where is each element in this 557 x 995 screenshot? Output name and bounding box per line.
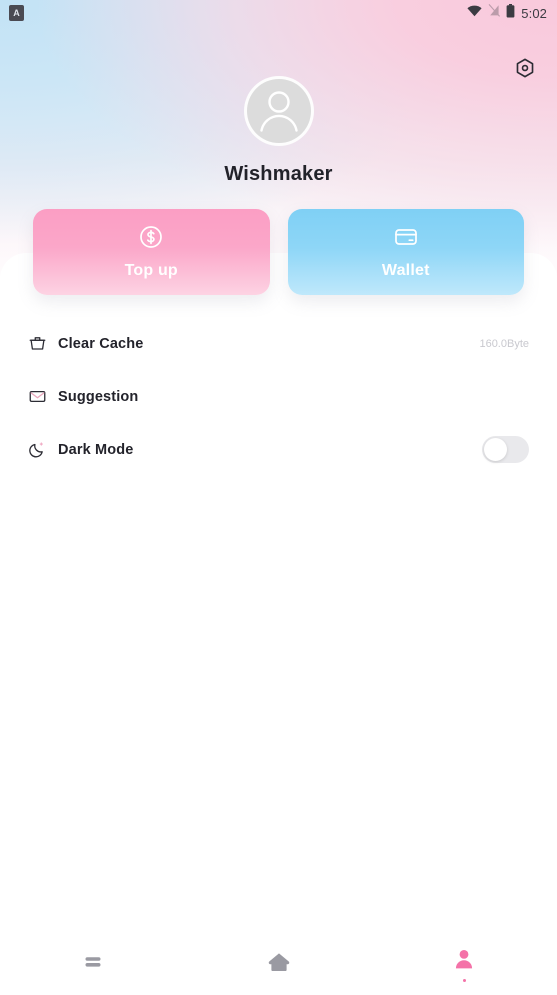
dark-mode-toggle[interactable] (482, 436, 529, 463)
wallet-label: Wallet (381, 262, 430, 279)
status-bar: A 5:02 (0, 0, 557, 26)
settings-list: Clear Cache 160.0Byte Suggestion Dark Mo… (0, 317, 557, 476)
wallet-button[interactable]: Wallet (287, 209, 524, 295)
settings-row-dark-mode[interactable]: Dark Mode (28, 423, 529, 476)
nav-item-home[interactable] (186, 933, 372, 995)
page-title: Wishmaker (224, 163, 333, 185)
top-up-label: Top up (124, 262, 178, 279)
profile-icon (452, 947, 476, 976)
settings-row-label: Clear Cache (58, 335, 144, 352)
nav-item-profile[interactable] (371, 933, 557, 995)
settings-row-suggestion[interactable]: Suggestion (28, 370, 529, 423)
avatar[interactable] (243, 76, 314, 146)
gear-icon (514, 57, 536, 84)
battery-icon (506, 3, 515, 23)
status-bar-left: A (0, 5, 24, 21)
settings-row-clear-cache[interactable]: Clear Cache 160.0Byte (28, 317, 529, 370)
profile-header: Wishmaker (0, 76, 557, 186)
app-badge-icon: A (9, 5, 24, 21)
phone-screen: A 5:02 Wishmaker Top up Wallet Clear Cac… (0, 0, 557, 995)
list-icon (81, 950, 105, 979)
nav-item-list[interactable] (0, 933, 186, 995)
settings-button[interactable] (511, 56, 539, 84)
cache-size-value: 160.0Byte (479, 337, 529, 350)
credit-card-icon (393, 224, 419, 255)
trash-icon (28, 334, 54, 353)
status-bar-right: 5:02 (467, 3, 557, 23)
user-avatar-icon (247, 79, 311, 143)
home-icon (266, 949, 292, 980)
dollar-circle-icon (138, 224, 164, 255)
wifi-icon (467, 4, 482, 22)
moon-icon (28, 440, 54, 459)
settings-row-label: Dark Mode (58, 441, 134, 458)
quick-actions: Top up Wallet (0, 209, 557, 295)
mail-icon (28, 387, 54, 406)
active-indicator-dot (462, 978, 466, 982)
signal-off-icon (488, 4, 501, 22)
status-bar-clock: 5:02 (521, 5, 547, 21)
settings-row-label: Suggestion (58, 388, 139, 405)
bottom-navigation (0, 933, 557, 995)
top-up-button[interactable]: Top up (33, 209, 270, 295)
toggle-knob (484, 438, 507, 461)
